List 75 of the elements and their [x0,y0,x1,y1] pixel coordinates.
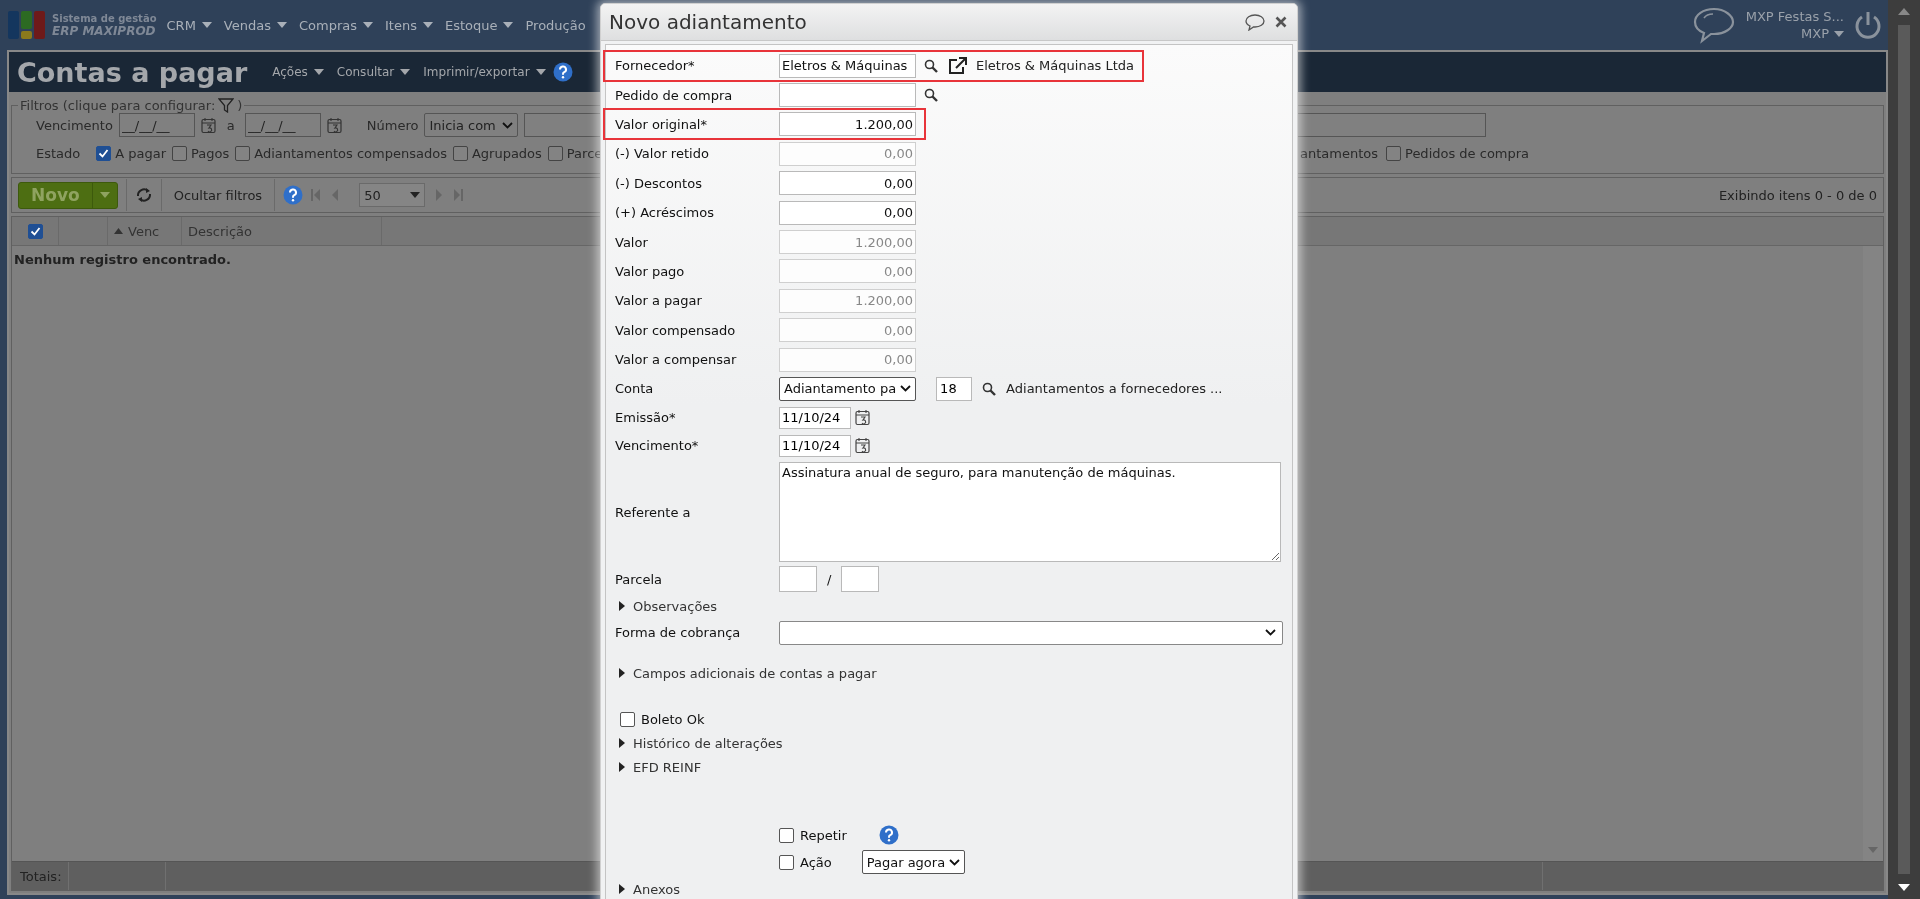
nav-menu[interactable]: Vendas [223,17,287,33]
input-field[interactable]: 0,00 [779,171,916,196]
checkbox-label: Boleto Ok [641,711,705,727]
filters-legend-end: ) [237,98,243,113]
totals-label: Totais: [12,862,69,890]
section-toggle[interactable]: Histórico de alterações [615,731,783,756]
date-field[interactable]: __/__/__ [118,113,195,137]
checkbox-label: Pagos [191,145,230,161]
logo-caption: Sistema de gestão [52,12,157,24]
range-separator: a [226,117,235,133]
page-menu[interactable]: Ações [272,65,324,79]
items-summary: Exibindo itens 0 - 0 de 0 [1718,187,1877,203]
filter-label: Estado [36,145,81,161]
input-field[interactable]: 1.200,00 [779,112,916,137]
nav-menu[interactable]: Compras [298,17,373,33]
nav-menu[interactable]: Produção [525,17,586,33]
supplier-name: Eletros & Máquinas Ltda [976,58,1135,74]
action-select[interactable]: Pagar agora [861,850,966,875]
field-label: (-) Valor retido [615,146,710,162]
page-menu[interactable]: Consultar [336,65,411,79]
filter-label: Vencimento [36,117,113,133]
field-label: Emissão* [615,410,677,426]
user-menu[interactable]: MXP [1801,26,1844,41]
filter-label: Número [366,117,419,133]
field-label: Valor pago [615,263,686,279]
text-area[interactable]: Assinatura anual de seguro, para manutenção de máquinas. [779,462,1281,563]
field-label: Forma de cobrança [615,625,742,641]
hide-filters-button[interactable]: Ocultar filtros [169,187,267,203]
checkbox-label: A pagar [115,145,167,161]
page-title: Contas a pagar [17,56,248,88]
checkbox-label: antamentos [1300,145,1378,161]
field-label: Parcela [615,571,663,587]
empty-message: Nenhum registro encontrado. [14,252,231,267]
section-toggle[interactable]: Anexos [615,877,680,899]
separator: / [827,571,832,587]
checkbox-label: Pedidos de compra [1405,145,1530,161]
section-toggle[interactable]: EFD REINF [615,755,702,780]
checkbox-label: Adiantamentos compensados [254,145,447,161]
field-label: Valor compensado [615,322,737,338]
column-header[interactable]: Descrição [182,217,382,245]
nav-menu[interactable]: CRM [166,17,212,33]
checkbox-label: Repetir [800,827,847,843]
section-toggle[interactable]: Campos adicionais de contas a pagar [615,661,877,686]
field-label: Valor original* [615,116,708,132]
input-field[interactable]: Eletros & Máquinas [779,53,916,78]
input-field[interactable]: 0,00 [779,200,916,225]
column-header[interactable]: Venc [108,217,182,245]
page-size-select[interactable]: 50 [359,183,426,207]
field-label: Valor a compensar [615,352,738,368]
filters-legend: Filtros (clique para configurar: [20,98,216,113]
field-label: Valor [615,234,649,250]
nav-menu[interactable]: Itens [385,17,433,33]
checkbox-label: Agrupados [471,145,542,161]
field-label: Fornecedor* [615,58,696,74]
date-field[interactable]: __/__/__ [244,113,321,137]
section-toggle[interactable]: Observações [615,594,718,619]
date-field[interactable]: 11/10/24 [779,406,851,429]
field-label: (-) Descontos [615,175,703,191]
field-label: Conta [615,381,655,397]
field-label: Vencimento* [615,438,700,454]
field-label: Valor a pagar [615,293,703,309]
company-name: MXP Festas S... [1745,9,1844,24]
account-description: Adiantamentos a fornecedores ... [1006,381,1223,397]
page-menu[interactable]: Imprimir/exportar [423,65,546,79]
account-select[interactable]: Adiantamento pa [779,377,917,401]
date-field[interactable]: 11/10/24 [779,434,851,457]
dialog-title: Novo adiantamento [609,10,807,34]
match-select[interactable]: Inicia com [424,113,518,137]
field-label: (+) Acréscimos [615,205,715,221]
checkbox-label: Ação [800,854,832,870]
code-field[interactable]: 18 [936,377,973,401]
field-label: Pedido de compra [615,87,734,103]
nav-menu[interactable]: Estoque [444,17,514,33]
field-label: Referente a [615,504,692,520]
logo-text: ERP MAXIPROD [52,23,157,38]
